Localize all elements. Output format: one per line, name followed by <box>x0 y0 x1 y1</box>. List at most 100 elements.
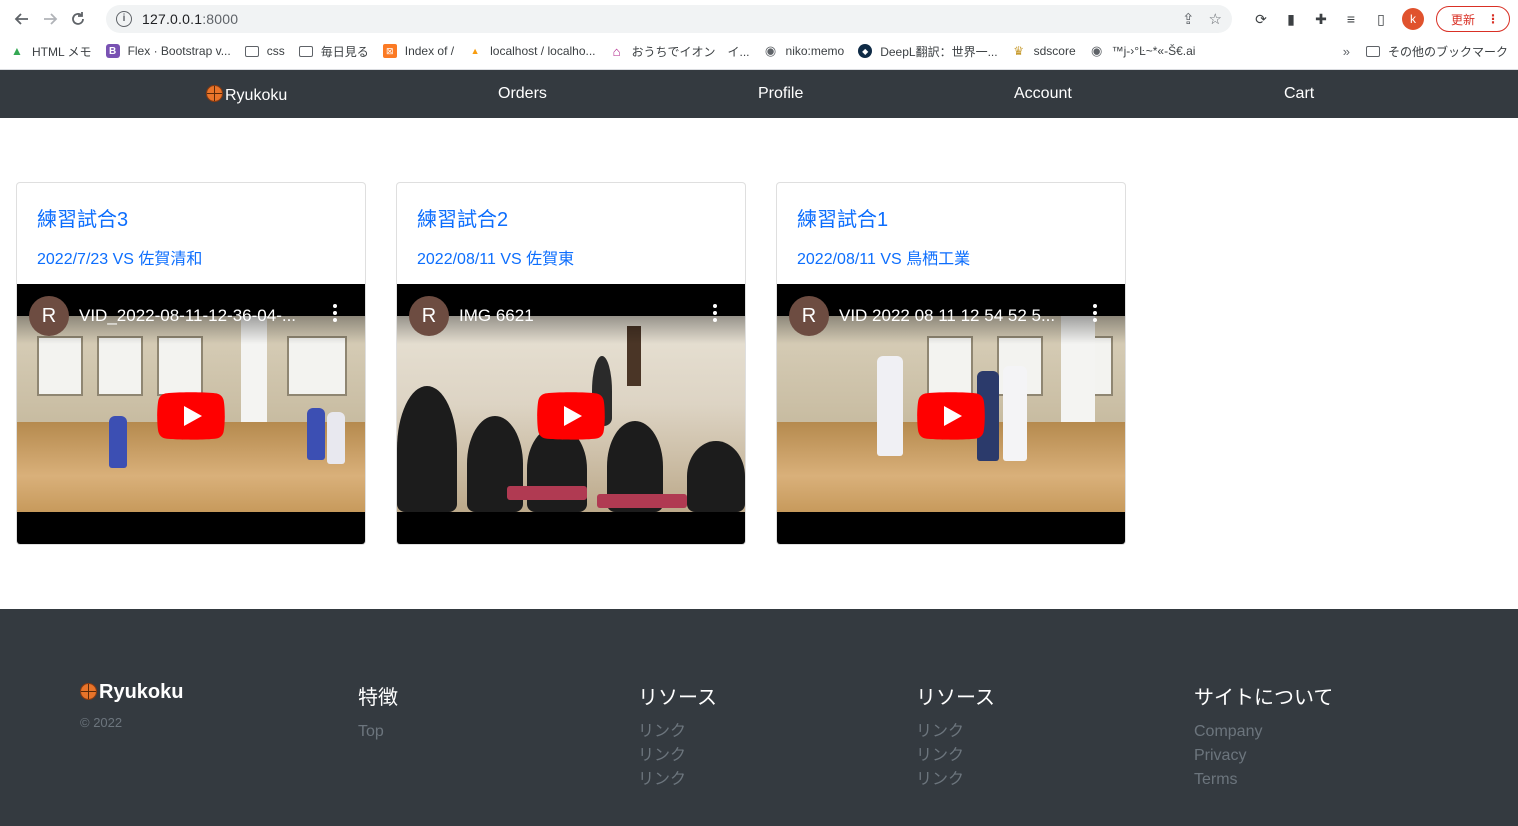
nav-orders[interactable]: Orders <box>498 85 547 103</box>
youtube-embed[interactable]: R IMG 6621 <box>397 284 745 544</box>
bookmark-extension-icon[interactable]: ▮ <box>1282 10 1300 28</box>
footer-link[interactable]: リンク <box>916 720 995 744</box>
bookmark-item[interactable]: ◉ ™j-›°Ŀ~*«-Š€.ai <box>1090 43 1196 58</box>
footer-column: リソース リンク リンク リンク <box>916 681 995 792</box>
bookmark-label: sdscore <box>1033 44 1076 58</box>
card-subtitle: 2022/7/23 VS 佐賀清和 <box>37 251 203 268</box>
video-card: 練習試合1 2022/08/11 VS 鳥栖工業 R VID 2022 08 1… <box>776 182 1126 545</box>
sync-extension-icon[interactable]: ⟳ <box>1252 10 1270 28</box>
puzzle-icon[interactable]: ✚ <box>1312 10 1330 28</box>
footer-heading: サイトについて <box>1194 687 1334 709</box>
video-more-icon[interactable] <box>333 304 337 325</box>
nav-profile[interactable]: Profile <box>758 85 803 103</box>
browser-chrome: i 127.0.0.1:8000 ⇪ ☆ ⟳ ▮ ✚ ≡ ▯ k 更新 ⋮ ▲ H… <box>0 0 1518 70</box>
video-title[interactable]: VID_2022-08-11-12-36-04-... <box>79 306 319 326</box>
card-subtitle: 2022/08/11 VS 鳥栖工業 <box>797 251 971 268</box>
youtube-embed[interactable]: R VID 2022 08 11 12 54 52 5... <box>777 284 1125 544</box>
card-title[interactable]: 練習試合1 <box>797 203 1105 232</box>
side-panel-icon[interactable]: ▯ <box>1372 10 1390 28</box>
address-bar[interactable]: i 127.0.0.1:8000 ⇪ ☆ <box>106 5 1232 33</box>
main-content: 練習試合3 2022/7/23 VS 佐賀清和 R VID_2022-08-11… <box>0 118 1518 609</box>
globe-icon: ◉ <box>1090 43 1103 58</box>
footer-link[interactable]: リンク <box>916 768 995 792</box>
youtube-play-icon[interactable] <box>917 392 985 440</box>
video-title[interactable]: VID 2022 08 11 12 54 52 5... <box>839 306 1079 326</box>
video-card: 練習試合2 2022/08/11 VS 佐賀東 R IMG 6621 <box>396 182 746 545</box>
browser-toolbar: i 127.0.0.1:8000 ⇪ ☆ ⟳ ▮ ✚ ≡ ▯ k 更新 ⋮ <box>0 0 1518 38</box>
footer-link[interactable]: リンク <box>916 744 995 768</box>
footer-heading: リソース <box>916 687 995 709</box>
bookmark-item[interactable]: B Flex · Bootstrap v... <box>105 44 231 58</box>
site-footer: Ryukoku © 2022 特徴 Top リソース リンク リンク リンク リ… <box>0 609 1518 826</box>
footer-brand[interactable]: Ryukoku <box>80 681 183 704</box>
deepl-icon: ◆ <box>858 44 873 58</box>
video-title[interactable]: IMG 6621 <box>459 306 699 326</box>
reload-icon[interactable] <box>64 5 92 33</box>
basketball-icon <box>80 683 97 700</box>
bookmark-item[interactable]: ▲ localhost / localho... <box>468 44 596 58</box>
footer-brand-column: Ryukoku © 2022 <box>80 681 183 730</box>
forward-icon[interactable] <box>36 5 64 33</box>
footer-link[interactable]: リンク <box>638 720 717 744</box>
footer-brand-label: Ryukoku <box>99 681 184 703</box>
bookmark-label: DeepL翻訳：世界一... <box>880 44 998 59</box>
video-card: 練習試合3 2022/7/23 VS 佐賀清和 R VID_2022-08-11… <box>16 182 366 545</box>
bookmark-item[interactable]: ♛ sdscore <box>1012 44 1076 58</box>
bookmark-item[interactable]: ▲ HTML メモ <box>10 43 92 60</box>
copyright: © 2022 <box>80 715 123 730</box>
footer-link[interactable]: リンク <box>638 768 717 792</box>
home-icon: ⌂ <box>612 43 621 59</box>
back-icon[interactable] <box>8 5 36 33</box>
profile-avatar[interactable]: k <box>1401 8 1424 30</box>
bookmark-label: css <box>266 44 285 58</box>
video-more-icon[interactable] <box>713 304 717 325</box>
star-icon[interactable]: ☆ <box>1209 10 1222 28</box>
bookmark-label: 毎日見る <box>320 44 369 59</box>
folder-icon <box>244 45 259 57</box>
bookmark-label: niko:memo <box>785 44 845 58</box>
nav-cart[interactable]: Cart <box>1284 85 1314 103</box>
bookmark-label: localhost / localho... <box>490 44 596 58</box>
channel-avatar[interactable]: R <box>789 296 829 336</box>
footer-column: リソース リンク リンク リンク <box>638 681 717 792</box>
card-title[interactable]: 練習試合2 <box>417 203 725 232</box>
bookmark-label: ™j-›°Ŀ~*«-Š€.ai <box>1111 44 1196 58</box>
bookmarks-bar: ▲ HTML メモ B Flex · Bootstrap v... css 毎日見る… <box>0 38 1518 64</box>
bookmark-item[interactable]: ⊠ Index of / <box>382 44 454 58</box>
share-icon[interactable]: ⇪ <box>1182 10 1195 28</box>
bookmark-item[interactable]: css <box>244 44 285 58</box>
drive-icon: ▲ <box>11 44 23 58</box>
bookmark-label: HTML メモ <box>32 44 92 59</box>
channel-avatar[interactable]: R <box>409 296 449 336</box>
nav-account[interactable]: Account <box>1014 85 1072 103</box>
xampp-icon: ⊠ <box>382 44 397 58</box>
bookmark-item[interactable]: 毎日見る <box>298 43 369 60</box>
more-bookmarks-icon[interactable]: » <box>1343 44 1350 59</box>
sdscore-icon: ♛ <box>1013 44 1024 58</box>
youtube-play-icon[interactable] <box>157 392 225 440</box>
footer-link[interactable]: Privacy <box>1194 744 1333 768</box>
bookmark-item[interactable]: ⌂ おうちでイオン イ... <box>610 43 750 60</box>
bookmark-item[interactable]: ◆ DeepL翻訳：世界一... <box>858 43 998 60</box>
update-button[interactable]: 更新 ⋮ <box>1435 6 1510 32</box>
card-title[interactable]: 練習試合3 <box>37 203 345 232</box>
channel-avatar[interactable]: R <box>29 296 69 336</box>
youtube-play-icon[interactable] <box>537 392 605 440</box>
bookmark-label: おうちでイオン イ... <box>631 44 750 59</box>
footer-link[interactable]: リンク <box>638 744 717 768</box>
nav-brand[interactable]: Ryukoku <box>206 85 287 105</box>
other-bookmarks[interactable]: その他のブックマーク <box>1365 43 1508 60</box>
bookmark-item[interactable]: ◉ niko:memo <box>764 43 845 58</box>
site-info-icon[interactable]: i <box>116 11 132 27</box>
footer-link[interactable]: Top <box>358 720 398 744</box>
globe-icon: ◉ <box>764 43 777 58</box>
nav-brand-label: Ryukoku <box>225 87 288 104</box>
youtube-embed[interactable]: R VID_2022-08-11-12-36-04-... <box>17 284 365 544</box>
footer-link[interactable]: Company <box>1194 720 1333 744</box>
bookmark-label: Flex · Bootstrap v... <box>127 44 231 58</box>
site-navbar: Ryukoku Orders Profile Account Cart <box>0 70 1518 118</box>
footer-link[interactable]: Terms <box>1194 768 1333 792</box>
update-label: 更新 <box>1450 12 1475 27</box>
reading-list-icon[interactable]: ≡ <box>1342 10 1360 28</box>
video-more-icon[interactable] <box>1093 304 1097 325</box>
